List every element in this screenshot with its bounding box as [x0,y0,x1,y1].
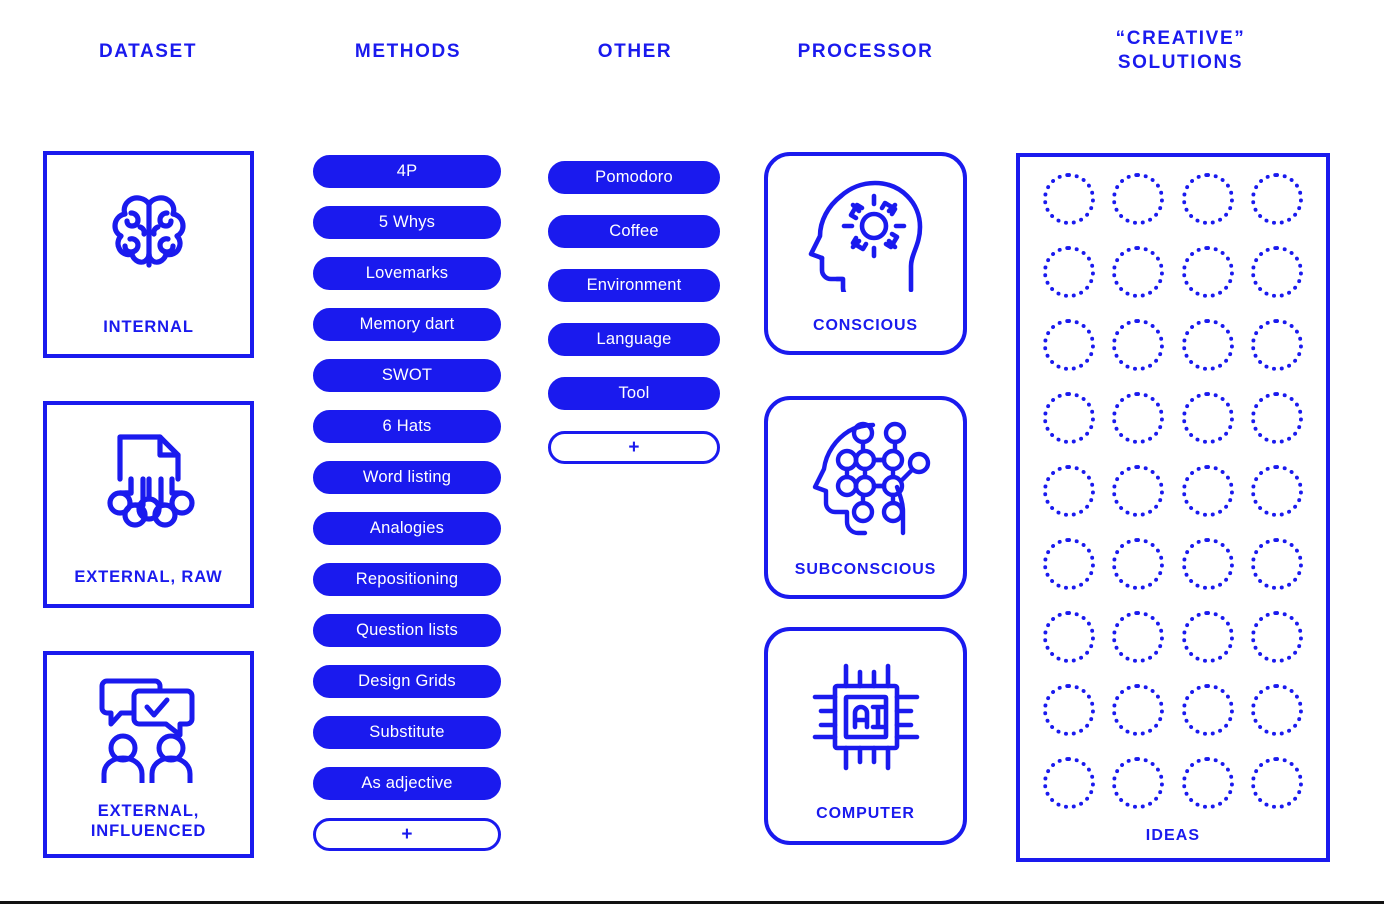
processor-card-computer[interactable]: COMPUTER [764,627,967,845]
column-header-methods: METHODS [354,41,462,62]
dataset-card-external-raw[interactable]: EXTERNAL, RAW [43,401,254,608]
method-pill[interactable]: SWOT [313,359,501,392]
idea-slot[interactable] [1181,684,1234,736]
method-pill[interactable]: As adjective [313,767,501,800]
column-header-other: OTHER [597,41,673,62]
idea-slot[interactable] [1112,684,1165,736]
idea-slot[interactable] [1181,465,1234,517]
idea-slot[interactable] [1042,319,1095,371]
idea-slot[interactable] [1042,757,1095,809]
column-header-creative-solutions: “CREATIVE” SOLUTIONS [1115,28,1246,74]
column-header-dataset: DATASET [98,41,198,62]
idea-slot[interactable] [1042,173,1095,225]
method-pill[interactable]: Design Grids [313,665,501,698]
processor-card-subconscious[interactable]: SUBCONSCIOUS [764,396,967,599]
idea-slot[interactable] [1251,465,1304,517]
add-method-button[interactable]: + [313,818,501,851]
other-pill[interactable]: Language [548,323,720,356]
idea-slot[interactable] [1181,246,1234,298]
method-pill[interactable]: Substitute [313,716,501,749]
idea-slot[interactable] [1112,173,1165,225]
idea-slot[interactable] [1042,538,1095,590]
processor-card-label: CONSCIOUS [813,317,918,334]
ideas-label: IDEAS [1145,827,1201,844]
idea-slot[interactable] [1112,246,1165,298]
processor-card-label: COMPUTER [816,805,915,822]
idea-slot[interactable] [1181,319,1234,371]
idea-slot[interactable] [1181,538,1234,590]
other-pill[interactable]: Tool [548,377,720,410]
method-pill[interactable]: Question lists [313,614,501,647]
diagram-canvas: DATASET METHODS OTHER PROCESSOR “CREATIV… [0,0,1384,904]
other-pill[interactable]: Coffee [548,215,720,248]
ideas-grid [1034,173,1312,809]
idea-slot[interactable] [1112,538,1165,590]
idea-slot[interactable] [1042,465,1095,517]
ideas-panel: IDEAS [1016,153,1330,862]
idea-slot[interactable] [1042,684,1095,736]
idea-slot[interactable] [1251,319,1304,371]
document-circuit-icon [98,431,200,535]
methods-list: 4P 5 Whys Lovemarks Memory dart SWOT 6 H… [313,155,501,869]
idea-slot[interactable] [1112,319,1165,371]
idea-slot[interactable] [1181,757,1234,809]
method-pill[interactable]: Word listing [313,461,501,494]
method-pill[interactable]: 5 Whys [313,206,501,239]
other-pill[interactable]: Environment [548,269,720,302]
idea-slot[interactable] [1042,611,1095,663]
dataset-card-label: INTERNAL [103,318,194,337]
dataset-card-label: EXTERNAL, RAW [74,568,223,587]
processor-card-label: SUBCONSCIOUS [794,561,937,578]
idea-slot[interactable] [1251,611,1304,663]
column-header-processor: PROCESSOR [797,41,934,62]
head-network-icon [768,418,963,536]
method-pill[interactable]: 4P [313,155,501,188]
idea-slot[interactable] [1112,757,1165,809]
method-pill[interactable]: 6 Hats [313,410,501,443]
idea-slot[interactable] [1251,246,1304,298]
dataset-card-internal[interactable]: INTERNAL [43,151,254,358]
method-pill[interactable]: Memory dart [313,308,501,341]
people-speech-bubbles-icon [91,673,207,783]
head-gear-icon [768,174,963,292]
idea-slot[interactable] [1042,246,1095,298]
idea-slot[interactable] [1181,173,1234,225]
idea-slot[interactable] [1042,392,1095,444]
add-other-button[interactable]: + [548,431,720,464]
idea-slot[interactable] [1251,538,1304,590]
idea-slot[interactable] [1251,392,1304,444]
idea-slot[interactable] [1112,611,1165,663]
idea-slot[interactable] [1112,392,1165,444]
idea-slot[interactable] [1112,465,1165,517]
other-list: Pomodoro Coffee Environment Language Too… [548,161,720,485]
other-pill[interactable]: Pomodoro [548,161,720,194]
dataset-card-external-influenced[interactable]: EXTERNAL, INFLUENCED [43,651,254,858]
method-pill[interactable]: Repositioning [313,563,501,596]
idea-slot[interactable] [1181,392,1234,444]
idea-slot[interactable] [1251,684,1304,736]
idea-slot[interactable] [1251,173,1304,225]
ai-chip-icon [768,655,963,781]
processor-card-conscious[interactable]: CONSCIOUS [764,152,967,355]
method-pill[interactable]: Lovemarks [313,257,501,290]
brain-icon [100,181,198,285]
idea-slot[interactable] [1251,757,1304,809]
idea-slot[interactable] [1181,611,1234,663]
dataset-card-label: EXTERNAL, INFLUENCED [90,801,207,841]
method-pill[interactable]: Analogies [313,512,501,545]
